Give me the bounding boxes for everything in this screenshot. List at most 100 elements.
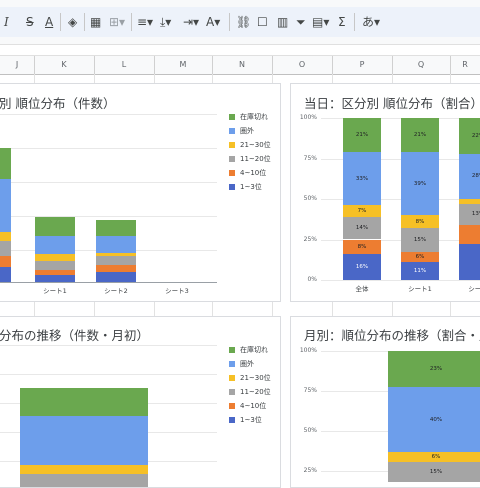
legend-label: 11~20位 — [240, 155, 271, 163]
insert-chart-icon[interactable]: ▥ — [277, 14, 288, 30]
filter-views-icon[interactable]: ▤▾ — [312, 14, 329, 30]
legend-swatch — [229, 170, 235, 176]
gridline — [0, 148, 217, 149]
chart-title: 分布の推移（件数・月初） — [0, 328, 150, 343]
legend-swatch — [229, 375, 235, 381]
bar-segment — [96, 252, 136, 257]
chart-panel-count[interactable]: 別 順位分布（件数） 在庫切れ 圏外 21~30位 11~20位 4~10位 1~3位 シ… — [0, 83, 281, 302]
legend-swatch — [229, 403, 235, 409]
legend-label: 21~30位 — [240, 141, 271, 149]
fill-color-icon[interactable]: ◈ — [68, 14, 77, 30]
bar-segment — [20, 416, 148, 465]
bar-segment — [459, 199, 480, 204]
x-axis — [0, 282, 217, 283]
chart-panel-ratio[interactable]: 当日：区分別 順位分布（割合） 100% 75% 50% 25% 0% 16% 8% 14% 7… — [290, 83, 480, 302]
column-header[interactable]: P — [332, 56, 393, 74]
legend-swatch — [229, 114, 235, 120]
x-tick-label: シート1 — [408, 285, 432, 293]
insert-comment-icon[interactable]: ☐ — [257, 14, 268, 30]
data-label: 13% — [471, 211, 480, 218]
bar-segment — [35, 275, 75, 282]
y-tick-label: 100% — [299, 114, 317, 121]
text-color-button[interactable]: A — [45, 14, 53, 30]
legend-label: 在庫切れ — [240, 113, 268, 121]
data-label: 16% — [355, 264, 369, 271]
data-label: 39% — [413, 180, 427, 187]
toolbar-separator — [60, 13, 61, 31]
column-header[interactable]: M — [154, 56, 213, 74]
italic-button[interactable]: I — [4, 14, 9, 30]
data-label: 40% — [429, 416, 443, 423]
legend-label: 1~3位 — [240, 183, 262, 191]
bar-segment — [0, 256, 11, 267]
text-wrap-icon[interactable]: ⇥▾ — [183, 14, 199, 30]
strikethrough-button[interactable]: S — [26, 14, 34, 30]
borders-icon[interactable]: ▦ — [90, 14, 101, 30]
legend-swatch — [229, 128, 235, 134]
column-header[interactable]: O — [272, 56, 333, 74]
column-header[interactable]: Q — [392, 56, 451, 74]
bar-segment — [20, 474, 148, 487]
bar-segment — [96, 264, 136, 272]
gridline — [0, 182, 217, 183]
y-tick-label: 25% — [303, 467, 317, 474]
column-header[interactable]: K — [34, 56, 95, 74]
data-label: 14% — [355, 225, 369, 232]
legend-item: 圏外 — [229, 126, 254, 136]
legend-label: 21~30位 — [240, 374, 271, 382]
bar-segment — [0, 266, 11, 282]
bar-segment — [96, 220, 136, 236]
bar-segment — [0, 178, 11, 233]
gridline — [0, 345, 217, 346]
legend-item: 11~20位 — [229, 154, 271, 164]
x-tick-label: シート2 — [104, 287, 128, 295]
bar-segment — [459, 244, 480, 280]
bar-segment — [0, 232, 11, 241]
legend-item: 1~3位 — [229, 415, 262, 425]
merge-cells-icon[interactable]: ⊞▾ — [109, 14, 125, 30]
legend-swatch — [229, 184, 235, 190]
gridline — [0, 216, 217, 217]
gridline — [321, 280, 480, 281]
column-header[interactable]: L — [94, 56, 155, 74]
y-tick-label: 25% — [303, 235, 317, 243]
bar-segment — [35, 254, 75, 262]
data-label: 6% — [431, 454, 441, 460]
filter-icon[interactable]: ⏷ — [296, 14, 306, 30]
data-label: 15% — [429, 469, 443, 475]
legend-swatch — [229, 417, 235, 423]
legend-label: 1~3位 — [240, 416, 262, 424]
column-header[interactable]: J — [0, 56, 35, 74]
y-tick-label: 75% — [303, 154, 317, 162]
legend-label: 圏外 — [240, 360, 254, 368]
gridline — [0, 374, 217, 375]
x-tick-label: シート — [468, 285, 480, 293]
chart-panel-trend-ratio[interactable]: 月別：順位分布の推移（割合・月 100% 75% 50% 25% 23% 40% 6% 15% — [290, 316, 480, 488]
chart-title: 当日：区分別 順位分布（割合） — [304, 96, 480, 111]
column-header-row: J K L M N O P Q R — [0, 55, 480, 75]
functions-icon[interactable]: Σ — [338, 14, 346, 30]
input-tools-button[interactable]: あ▾ — [362, 14, 380, 30]
legend-swatch — [229, 347, 235, 353]
legend-item: 圏外 — [229, 359, 254, 369]
text-rotate-icon[interactable]: A▾ — [206, 14, 220, 30]
bar-segment — [96, 256, 136, 265]
bar-segment — [0, 147, 11, 179]
data-label: 28% — [471, 173, 480, 180]
column-header[interactable]: N — [212, 56, 273, 74]
toolbar-separator — [84, 13, 85, 31]
vertical-align-icon[interactable]: ⤓▾ — [160, 14, 171, 30]
column-header[interactable]: R — [450, 56, 480, 74]
bar-segment — [35, 216, 75, 236]
bar-segment — [35, 235, 75, 255]
legend-item: 4~10位 — [229, 168, 266, 178]
bar-segment — [35, 261, 75, 270]
chart-panel-trend-count[interactable]: 分布の推移（件数・月初） 在庫切れ 圏外 21~30位 11~20位 4~10位 1~3位 — [0, 316, 281, 488]
insert-link-icon[interactable]: ⛓ — [236, 14, 251, 30]
horizontal-align-icon[interactable]: ≡▾ — [137, 14, 153, 30]
bar-segment — [96, 235, 136, 253]
toolbar-separator — [131, 13, 132, 31]
legend-label: 4~10位 — [240, 169, 267, 177]
data-label: 21% — [355, 132, 369, 138]
legend-label: 11~20位 — [240, 388, 271, 396]
